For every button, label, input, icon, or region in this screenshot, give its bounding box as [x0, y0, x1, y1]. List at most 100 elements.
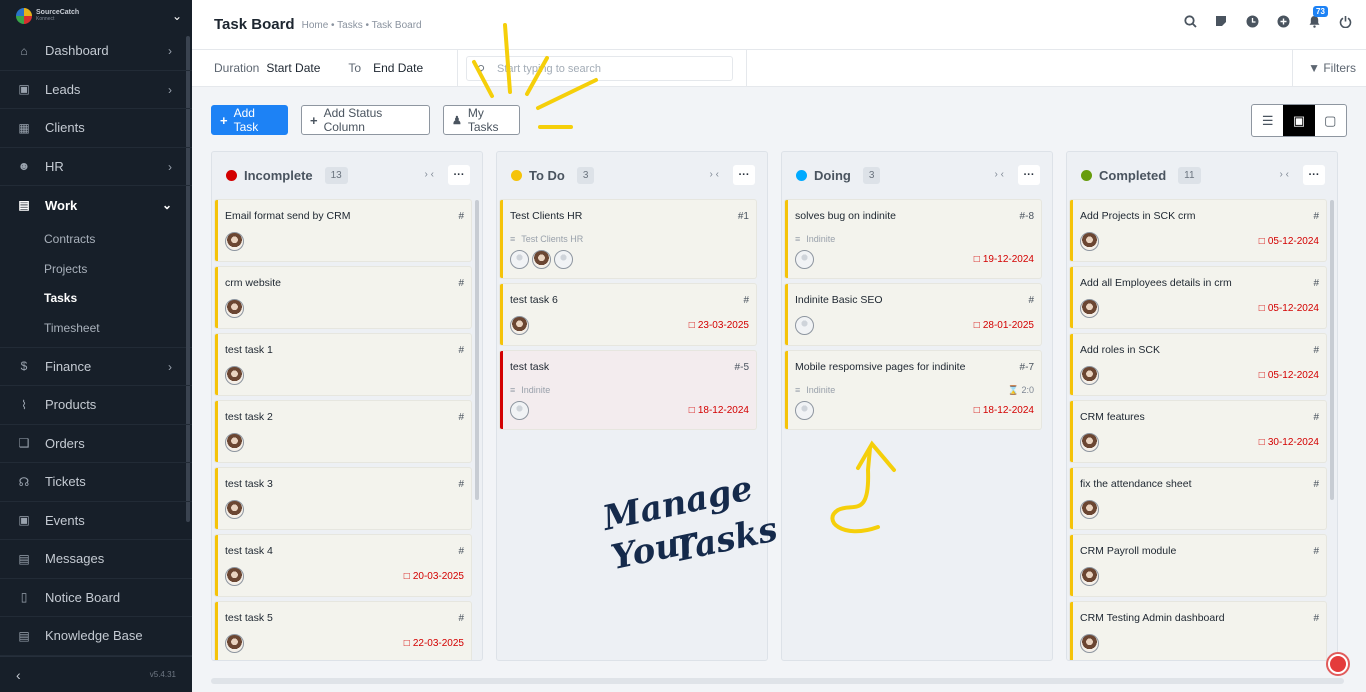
task-title[interactable]: Email format send by CRM — [225, 210, 350, 222]
task-title[interactable]: test task 4 — [225, 545, 273, 557]
sidebar-subitem-contracts[interactable]: Contracts — [0, 225, 192, 255]
task-card[interactable]: CRM Testing Admin dashboard # — [1070, 602, 1326, 660]
task-title[interactable]: test task — [510, 361, 549, 373]
avatar[interactable] — [532, 250, 551, 269]
add-circle-icon[interactable] — [1276, 14, 1290, 28]
task-title[interactable]: Mobile respomsive pages for indinite — [795, 361, 965, 373]
task-title[interactable]: fix the attendance sheet — [1080, 478, 1192, 490]
bell-icon[interactable]: 73 — [1307, 6, 1328, 28]
task-card[interactable]: Mobile respomsive pages for indinite #-7 ≡… — [785, 351, 1041, 429]
clock-icon[interactable] — [1245, 14, 1259, 28]
task-card[interactable]: test task 6 # □ 23-03-2025 — [500, 284, 756, 345]
task-title[interactable]: crm website — [225, 277, 281, 289]
task-title[interactable]: CRM Payroll module — [1080, 545, 1176, 557]
add-task-button[interactable]: + Add Task — [211, 105, 288, 135]
task-card[interactable]: solves bug on indinite #-8 ≡ Indinite □ 19-12… — [785, 200, 1041, 278]
sidebar-item-notice-board[interactable]: ▯ Notice Board — [0, 579, 192, 617]
sidebar-item-messages[interactable]: ▤ Messages — [0, 540, 192, 579]
task-title[interactable]: Test Clients HR — [510, 210, 582, 222]
avatar[interactable] — [795, 401, 814, 420]
task-card[interactable]: Email format send by CRM # — [215, 200, 471, 261]
sidebar-item-orders[interactable]: ❑ Orders — [0, 425, 192, 463]
board-view-icon[interactable]: ▣ — [1283, 105, 1315, 136]
my-tasks-button[interactable]: ♟ My Tasks — [443, 105, 520, 135]
avatar[interactable] — [225, 567, 244, 586]
task-title[interactable]: test task 6 — [510, 294, 558, 306]
sidebar-item-dashboard[interactable]: ⌂ Dashboard › — [0, 32, 192, 71]
task-title[interactable]: CRM Testing Admin dashboard — [1080, 612, 1225, 624]
sidebar-subitem-tasks[interactable]: Tasks — [0, 284, 192, 314]
column-scrollbar[interactable] — [1330, 200, 1334, 500]
avatar[interactable] — [795, 250, 814, 269]
avatar[interactable] — [1080, 299, 1099, 318]
sticky-note-icon[interactable] — [1214, 14, 1228, 28]
column-scrollbar[interactable] — [475, 200, 479, 500]
avatar[interactable] — [1080, 366, 1099, 385]
task-title[interactable]: test task 3 — [225, 478, 273, 490]
column-menu-button[interactable]: ··· — [1018, 165, 1040, 185]
task-card[interactable]: test task 5 # □ 22-03-2025 — [215, 602, 471, 660]
avatar[interactable] — [1080, 500, 1099, 519]
collapse-column-icon[interactable]: › ‹ — [425, 169, 434, 180]
task-card[interactable]: CRM features # □ 30-12-2024 — [1070, 401, 1326, 462]
collapse-column-icon[interactable]: › ‹ — [1280, 169, 1289, 180]
sidebar-item-clients[interactable]: ▦ Clients — [0, 109, 192, 148]
task-card[interactable]: Add roles in SCK # □ 05-12-2024 — [1070, 334, 1326, 395]
column-menu-button[interactable]: ··· — [1303, 165, 1325, 185]
sidebar-item-knowledge-base[interactable]: ▤ Knowledge Base — [0, 617, 192, 656]
sidebar-item-finance[interactable]: $ Finance › — [0, 348, 192, 386]
avatar[interactable] — [510, 250, 529, 269]
task-title[interactable]: CRM features — [1080, 411, 1145, 423]
task-title[interactable]: Add all Employees details in crm — [1080, 277, 1232, 289]
avatar[interactable] — [1080, 634, 1099, 653]
task-card[interactable]: fix the attendance sheet # — [1070, 468, 1326, 529]
task-card[interactable]: test task #-5 ≡ Indinite □ 18-12-2024 — [500, 351, 756, 429]
task-title[interactable]: Add roles in SCK — [1080, 344, 1160, 356]
notification-bell-icon[interactable] — [1326, 652, 1350, 676]
task-title[interactable]: test task 2 — [225, 411, 273, 423]
power-icon[interactable] — [1338, 14, 1352, 28]
avatar[interactable] — [510, 401, 529, 420]
company-logo[interactable]: SourceCatch Konnect — [16, 8, 79, 24]
sidebar-subitem-timesheet[interactable]: Timesheet — [0, 313, 192, 343]
sidebar-item-leads[interactable]: ▣ Leads › — [0, 71, 192, 109]
calendar-view-icon[interactable]: ▢ — [1315, 105, 1346, 136]
column-menu-button[interactable]: ··· — [448, 165, 470, 185]
add-status-column-button[interactable]: + Add Status Column — [301, 105, 430, 135]
task-card[interactable]: crm website # — [215, 267, 471, 328]
collapse-column-icon[interactable]: › ‹ — [710, 169, 719, 180]
task-card[interactable]: test task 2 # — [215, 401, 471, 462]
avatar[interactable] — [554, 250, 573, 269]
task-title[interactable]: Add Projects in SCK crm — [1080, 210, 1196, 222]
task-card[interactable]: Test Clients HR #1 ≡ Test Clients HR — [500, 200, 756, 278]
task-title[interactable]: test task 1 — [225, 344, 273, 356]
avatar[interactable] — [1080, 433, 1099, 452]
avatar[interactable] — [225, 500, 244, 519]
avatar[interactable] — [510, 316, 529, 335]
chevron-down-icon[interactable]: ⌄ — [172, 9, 182, 23]
task-card[interactable]: test task 4 # □ 20-03-2025 — [215, 535, 471, 596]
search-input[interactable]: ⚲ Start typing to search — [466, 56, 733, 81]
collapse-column-icon[interactable]: › ‹ — [995, 169, 1004, 180]
avatar[interactable] — [225, 433, 244, 452]
list-view-icon[interactable]: ☰ — [1252, 105, 1283, 136]
avatar[interactable] — [225, 366, 244, 385]
task-card[interactable]: test task 1 # — [215, 334, 471, 395]
task-title[interactable]: Indinite Basic SEO — [795, 294, 883, 306]
avatar[interactable] — [225, 299, 244, 318]
collapse-sidebar-icon[interactable]: ‹ — [16, 667, 21, 683]
avatar[interactable] — [225, 232, 244, 251]
task-card[interactable]: Add all Employees details in crm # □ 05-12-… — [1070, 267, 1326, 328]
start-date-field[interactable]: Start Date — [266, 61, 320, 75]
task-card[interactable]: Add Projects in SCK crm # □ 05-12-2024 — [1070, 200, 1326, 261]
task-card[interactable]: CRM Payroll module # — [1070, 535, 1326, 596]
avatar[interactable] — [1080, 567, 1099, 586]
task-card[interactable]: test task 3 # — [215, 468, 471, 529]
sidebar-item-work[interactable]: ▤ Work ⌄ — [0, 186, 192, 225]
filters-button[interactable]: ▼ Filters — [1308, 61, 1356, 75]
avatar[interactable] — [225, 634, 244, 653]
sidebar-item-tickets[interactable]: ☊ Tickets — [0, 463, 192, 502]
sidebar-item-products[interactable]: ⌇ Products — [0, 386, 192, 425]
avatar[interactable] — [795, 316, 814, 335]
task-card[interactable]: Indinite Basic SEO # □ 28-01-2025 — [785, 284, 1041, 345]
